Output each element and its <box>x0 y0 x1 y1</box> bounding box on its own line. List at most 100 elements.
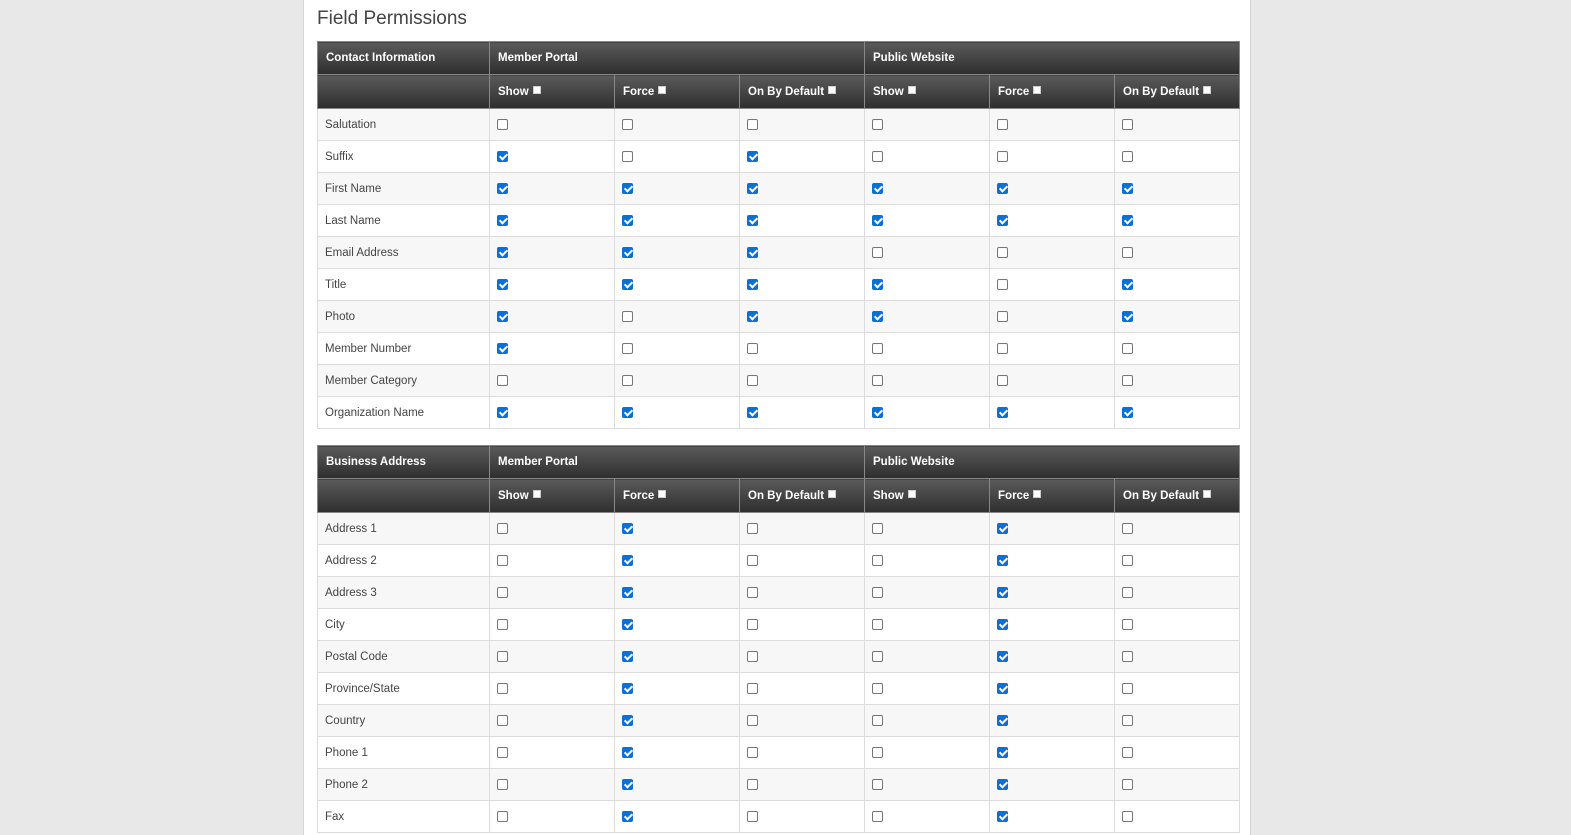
select-all-checkbox[interactable] <box>907 85 916 94</box>
mp-force-checkbox[interactable] <box>622 746 633 758</box>
pw-force-checkbox[interactable] <box>997 406 1009 418</box>
pw-show-checkbox[interactable] <box>872 810 884 822</box>
mp-show-checkbox[interactable] <box>497 682 508 694</box>
mp-default-checkbox[interactable] <box>747 150 758 162</box>
pw-force-checkbox[interactable] <box>997 650 1009 662</box>
mp-default-checkbox[interactable] <box>747 214 758 226</box>
pw-default-checkbox[interactable] <box>1122 118 1134 130</box>
mp-show-checkbox[interactable] <box>497 778 508 790</box>
mp-force-checkbox[interactable] <box>622 522 633 534</box>
mp-force-checkbox[interactable] <box>622 342 633 354</box>
mp-force-checkbox[interactable] <box>622 310 633 322</box>
mp-force-checkbox[interactable] <box>622 246 633 258</box>
pw-default-checkbox[interactable] <box>1122 554 1134 566</box>
mp-default-checkbox[interactable] <box>747 778 758 790</box>
pw-default-checkbox[interactable] <box>1122 374 1134 386</box>
pw-force-checkbox[interactable] <box>997 214 1009 226</box>
mp-show-checkbox[interactable] <box>497 650 508 662</box>
mp-default-checkbox[interactable] <box>747 374 758 386</box>
pw-default-checkbox[interactable] <box>1122 150 1134 162</box>
pw-force-checkbox[interactable] <box>997 522 1009 534</box>
pw-show-checkbox[interactable] <box>872 586 884 598</box>
pw-show-checkbox[interactable] <box>872 278 884 290</box>
pw-force-checkbox[interactable] <box>997 586 1009 598</box>
pw-show-checkbox[interactable] <box>872 650 884 662</box>
pw-default-checkbox[interactable] <box>1122 214 1134 226</box>
pw-show-checkbox[interactable] <box>872 682 884 694</box>
select-all-checkbox[interactable] <box>1203 489 1212 498</box>
pw-default-checkbox[interactable] <box>1122 714 1134 726</box>
pw-default-checkbox[interactable] <box>1122 246 1134 258</box>
pw-force-checkbox[interactable] <box>997 278 1009 290</box>
mp-show-checkbox[interactable] <box>497 118 508 130</box>
pw-force-checkbox[interactable] <box>997 554 1009 566</box>
mp-show-checkbox[interactable] <box>497 214 508 226</box>
pw-default-checkbox[interactable] <box>1122 522 1134 534</box>
mp-force-checkbox[interactable] <box>622 278 633 290</box>
pw-default-checkbox[interactable] <box>1122 746 1134 758</box>
select-all-checkbox[interactable] <box>907 489 916 498</box>
mp-force-checkbox[interactable] <box>622 214 633 226</box>
select-all-checkbox[interactable] <box>828 489 837 498</box>
mp-show-checkbox[interactable] <box>497 810 508 822</box>
pw-force-checkbox[interactable] <box>997 118 1009 130</box>
pw-force-checkbox[interactable] <box>997 714 1009 726</box>
mp-default-checkbox[interactable] <box>747 746 758 758</box>
pw-force-checkbox[interactable] <box>997 810 1009 822</box>
pw-show-checkbox[interactable] <box>872 406 884 418</box>
mp-force-checkbox[interactable] <box>622 778 633 790</box>
pw-show-checkbox[interactable] <box>872 310 884 322</box>
pw-default-checkbox[interactable] <box>1122 586 1134 598</box>
pw-show-checkbox[interactable] <box>872 746 884 758</box>
select-all-checkbox[interactable] <box>1203 85 1212 94</box>
pw-force-checkbox[interactable] <box>997 746 1009 758</box>
mp-force-checkbox[interactable] <box>622 118 633 130</box>
mp-default-checkbox[interactable] <box>747 246 758 258</box>
mp-default-checkbox[interactable] <box>747 810 758 822</box>
mp-force-checkbox[interactable] <box>622 810 633 822</box>
pw-show-checkbox[interactable] <box>872 150 884 162</box>
mp-show-checkbox[interactable] <box>497 554 508 566</box>
pw-default-checkbox[interactable] <box>1122 182 1134 194</box>
mp-default-checkbox[interactable] <box>747 278 758 290</box>
mp-force-checkbox[interactable] <box>622 714 633 726</box>
mp-default-checkbox[interactable] <box>747 554 758 566</box>
mp-show-checkbox[interactable] <box>497 182 508 194</box>
pw-show-checkbox[interactable] <box>872 246 884 258</box>
pw-default-checkbox[interactable] <box>1122 650 1134 662</box>
pw-default-checkbox[interactable] <box>1122 682 1134 694</box>
pw-show-checkbox[interactable] <box>872 778 884 790</box>
mp-default-checkbox[interactable] <box>747 650 758 662</box>
pw-show-checkbox[interactable] <box>872 182 884 194</box>
pw-show-checkbox[interactable] <box>872 618 884 630</box>
mp-force-checkbox[interactable] <box>622 650 633 662</box>
pw-force-checkbox[interactable] <box>997 182 1009 194</box>
pw-show-checkbox[interactable] <box>872 522 884 534</box>
pw-show-checkbox[interactable] <box>872 214 884 226</box>
mp-force-checkbox[interactable] <box>622 586 633 598</box>
mp-force-checkbox[interactable] <box>622 406 633 418</box>
pw-show-checkbox[interactable] <box>872 118 884 130</box>
mp-default-checkbox[interactable] <box>747 406 758 418</box>
pw-force-checkbox[interactable] <box>997 342 1009 354</box>
pw-default-checkbox[interactable] <box>1122 778 1134 790</box>
mp-force-checkbox[interactable] <box>622 618 633 630</box>
select-all-checkbox[interactable] <box>828 85 837 94</box>
mp-show-checkbox[interactable] <box>497 150 508 162</box>
mp-default-checkbox[interactable] <box>747 586 758 598</box>
pw-show-checkbox[interactable] <box>872 554 884 566</box>
mp-show-checkbox[interactable] <box>497 310 508 322</box>
select-all-checkbox[interactable] <box>532 85 541 94</box>
pw-default-checkbox[interactable] <box>1122 810 1134 822</box>
pw-force-checkbox[interactable] <box>997 150 1009 162</box>
pw-show-checkbox[interactable] <box>872 374 884 386</box>
mp-force-checkbox[interactable] <box>622 182 633 194</box>
mp-show-checkbox[interactable] <box>497 522 508 534</box>
pw-default-checkbox[interactable] <box>1122 618 1134 630</box>
mp-default-checkbox[interactable] <box>747 618 758 630</box>
mp-default-checkbox[interactable] <box>747 342 758 354</box>
pw-force-checkbox[interactable] <box>997 310 1009 322</box>
pw-default-checkbox[interactable] <box>1122 310 1134 322</box>
mp-default-checkbox[interactable] <box>747 714 758 726</box>
mp-show-checkbox[interactable] <box>497 374 508 386</box>
